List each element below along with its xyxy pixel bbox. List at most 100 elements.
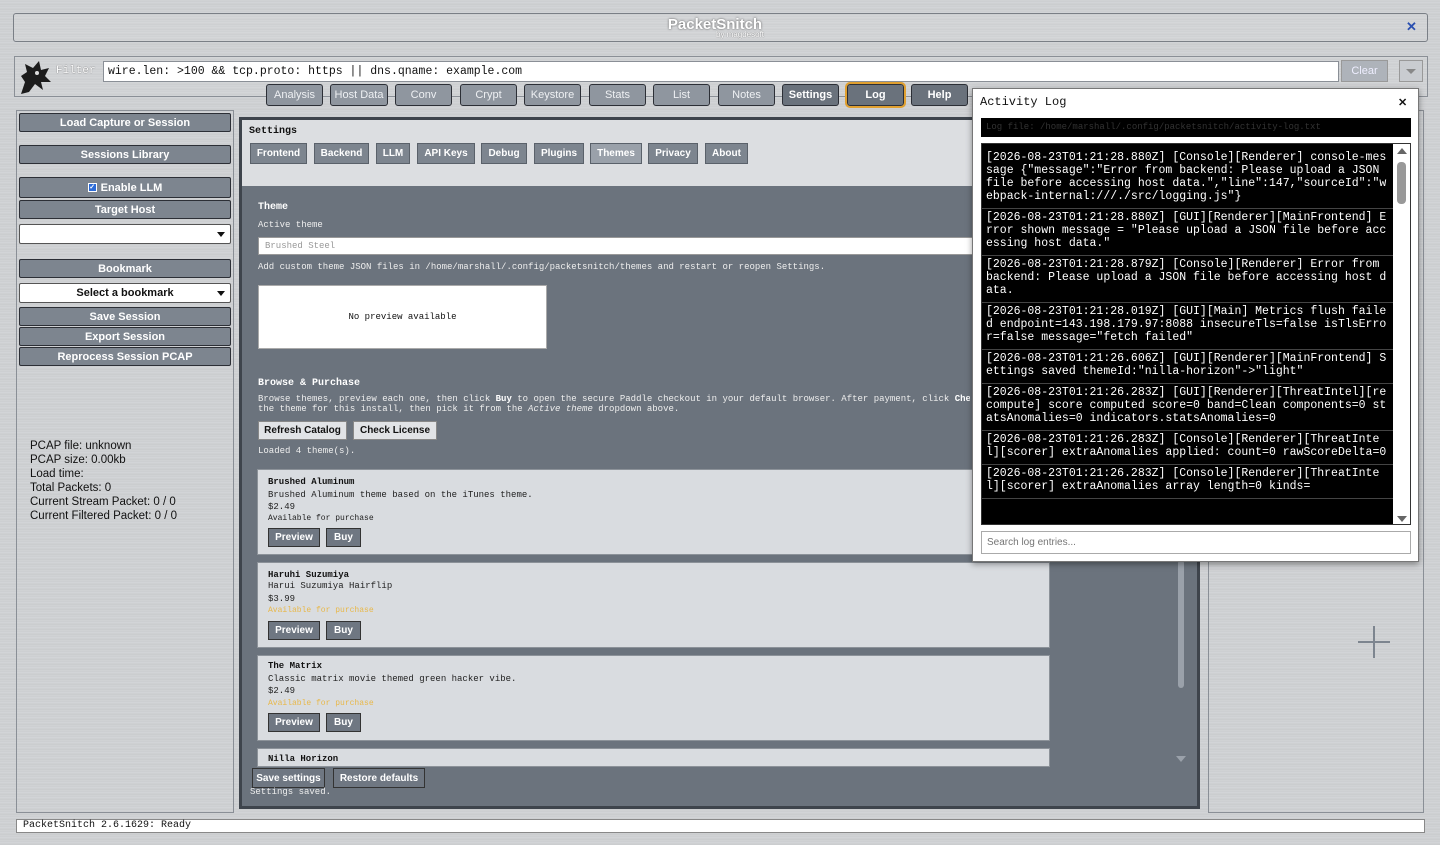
bookmark-button[interactable]: Bookmark: [19, 259, 231, 278]
tab-list[interactable]: List: [653, 84, 710, 106]
enable-llm-toggle[interactable]: ✓ Enable LLM: [19, 177, 231, 198]
export-session-button[interactable]: Export Session: [19, 327, 231, 346]
target-host-select[interactable]: [19, 224, 231, 244]
pcap-size-stat: PCAP size: 0.00kb: [30, 454, 126, 466]
tab-help[interactable]: Help: [911, 84, 968, 106]
app-title: PacketSnitch: [667, 16, 763, 33]
tab-crypt[interactable]: Crypt: [460, 84, 517, 106]
log-scrollbar[interactable]: [1393, 144, 1410, 524]
preview-button[interactable]: Preview: [268, 528, 320, 547]
theme-desc: Brushed Aluminum theme based on the iTun…: [268, 490, 533, 500]
preview-button[interactable]: Preview: [268, 621, 320, 640]
theme-preview-box: No preview available: [258, 285, 547, 349]
scrollbar-thumb[interactable]: [1397, 162, 1406, 204]
refresh-catalog-button[interactable]: Refresh Catalog: [258, 421, 347, 440]
save-session-button[interactable]: Save Session: [19, 307, 231, 326]
subtab-plugins[interactable]: Plugins: [534, 143, 584, 164]
settings-saved-status: Settings saved.: [250, 787, 332, 797]
theme-card-matrix: The Matrix Classic matrix movie themed g…: [257, 655, 1050, 741]
subtab-backend[interactable]: Backend: [314, 143, 369, 164]
log-entry: [2026-08-23T01:21:28.019Z] [GUI][Main] M…: [982, 303, 1393, 350]
theme-desc: Harui Suzumiya Hairflip: [268, 581, 393, 591]
log-entry: [2026-08-23T01:21:28.880Z] [GUI][Rendere…: [982, 209, 1393, 256]
subtab-frontend[interactable]: Frontend: [250, 143, 307, 164]
log-file-path: Log file: /home/marshall/.config/packets…: [981, 118, 1411, 137]
load-capture-button[interactable]: Load Capture or Session: [19, 113, 231, 132]
tab-host-data[interactable]: Host Data: [330, 84, 388, 106]
scroll-down-icon[interactable]: [1397, 516, 1407, 522]
reprocess-pcap-button[interactable]: Reprocess Session PCAP: [19, 347, 231, 366]
browse-description-2: the theme for this install, then pick it…: [258, 404, 679, 414]
check-license-button[interactable]: Check License: [353, 421, 437, 440]
restore-defaults-button[interactable]: Restore defaults: [333, 768, 425, 788]
preview-button[interactable]: Preview: [268, 713, 320, 732]
chevron-down-icon: [217, 291, 225, 296]
log-search-input[interactable]: [981, 531, 1411, 554]
subtab-themes[interactable]: Themes: [590, 143, 642, 164]
filtered-packet-stat: Current Filtered Packet: 0 / 0: [30, 510, 178, 522]
dropdown-chevron-icon: [1406, 68, 1416, 74]
tab-analysis[interactable]: Analysis: [266, 84, 323, 106]
subtab-privacy[interactable]: Privacy: [648, 143, 698, 164]
settings-title: Settings: [249, 126, 298, 137]
theme-card-nilla: Nilla Horizon: [257, 748, 1050, 767]
tab-settings[interactable]: Settings: [782, 84, 839, 106]
save-settings-button[interactable]: Save settings: [252, 768, 325, 788]
subtab-about[interactable]: About: [705, 143, 748, 164]
browse-text: Browse themes, preview each one, then cl…: [258, 394, 496, 404]
browse-heading: Browse & Purchase: [258, 378, 361, 389]
tab-conv[interactable]: Conv: [395, 84, 452, 106]
subtab-llm[interactable]: LLM: [376, 143, 410, 164]
tab-keystore[interactable]: Keystore: [524, 84, 581, 106]
settings-scrollbar[interactable]: [1176, 560, 1186, 762]
loaded-count: Loaded 4 theme(s).: [258, 446, 356, 456]
crosshair-icon[interactable]: [1358, 626, 1390, 658]
theme-status: Available for purchase: [268, 606, 374, 615]
no-preview-text: No preview available: [348, 312, 457, 322]
browse-text: Check Li: [954, 394, 970, 404]
buy-button[interactable]: Buy: [326, 713, 361, 732]
theme-card-haruhi: Haruhi Suzumiya Harui Suzumiya Hairflip …: [257, 562, 1050, 648]
buy-button[interactable]: Buy: [326, 621, 361, 640]
close-icon[interactable]: ✕: [1398, 96, 1407, 109]
logo-icon: [21, 61, 51, 94]
log-entry: [2026-08-23T01:21:28.879Z] [Console][Ren…: [982, 256, 1393, 303]
log-entry: [2026-08-23T01:21:26.606Z] [GUI][Rendere…: [982, 350, 1393, 384]
theme-dir-hint: Add custom theme JSON files in /home/mar…: [258, 262, 826, 272]
theme-status: Available for purchase: [268, 514, 374, 523]
theme-name: Haruhi Suzumiya: [268, 570, 350, 580]
chevron-down-icon: [217, 232, 225, 237]
enable-llm-label: Enable LLM: [100, 181, 163, 194]
browse-text: dropdown above.: [592, 404, 680, 414]
enable-llm-checkbox[interactable]: ✓: [87, 183, 97, 192]
scroll-up-icon[interactable]: [1397, 148, 1407, 154]
browse-text: to open the secure Paddle checkout in yo…: [511, 394, 955, 404]
log-entry: [2026-08-23T01:21:28.880Z] [Console][Ren…: [982, 144, 1393, 209]
theme-status: Available for purchase: [268, 699, 374, 708]
filter-input[interactable]: wire.len: >100 && tcp.proto: https || dn…: [103, 61, 1339, 82]
activity-log-title: Activity Log: [980, 95, 1067, 109]
app-subtitle: by magdesoft: [716, 30, 765, 39]
browse-description: Browse themes, preview each one, then cl…: [258, 394, 970, 404]
theme-price: $2.49: [268, 502, 296, 512]
buy-button[interactable]: Buy: [326, 528, 361, 547]
subtab-debug[interactable]: Debug: [481, 143, 527, 164]
log-entries-list[interactable]: [2026-08-23T01:21:28.880Z] [Console][Ren…: [981, 143, 1411, 525]
theme-name: The Matrix: [268, 661, 323, 671]
tab-log[interactable]: Log: [845, 82, 906, 108]
active-theme-select[interactable]: Brushed Steel: [258, 237, 978, 255]
tab-stats[interactable]: Stats: [589, 84, 646, 106]
scrollbar-thumb[interactable]: [1178, 560, 1184, 688]
sessions-library-button[interactable]: Sessions Library: [19, 145, 231, 164]
log-entry: [2026-08-23T01:21:26.283Z] [Console][Ren…: [982, 465, 1393, 499]
stream-packet-stat: Current Stream Packet: 0 / 0: [30, 496, 176, 508]
scroll-down-icon[interactable]: [1176, 756, 1186, 762]
tab-notes[interactable]: Notes: [718, 84, 775, 106]
theme-price: $3.99: [268, 594, 296, 604]
filter-history-button[interactable]: [1399, 60, 1423, 82]
subtab-api-keys[interactable]: API Keys: [417, 143, 475, 164]
bookmark-select[interactable]: Select a bookmark: [19, 283, 231, 303]
pcap-file-stat: PCAP file: unknown: [30, 440, 132, 452]
close-icon[interactable]: ✕: [1406, 19, 1417, 35]
clear-button[interactable]: Clear: [1341, 60, 1388, 82]
